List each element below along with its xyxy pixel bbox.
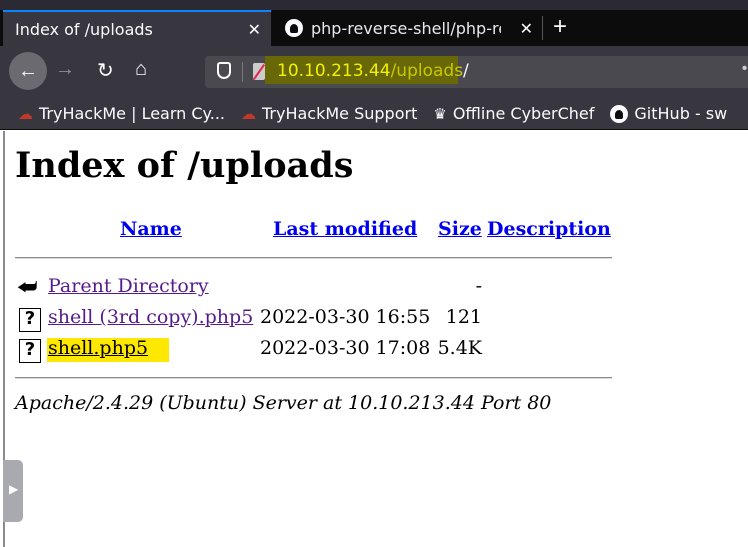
sort-by-description-link[interactable]: Description — [487, 218, 611, 240]
navigation-toolbar: ← → ↻ ⌂ 10.10.213.44/uploads/ •• — [0, 46, 748, 98]
file-size: - — [475, 275, 482, 297]
window-titlebar — [0, 0, 748, 10]
tab-bar: Index of /uploads ✕ php-reverse-shell/ph… — [0, 10, 748, 46]
url-host: 10.10.213.44 — [277, 61, 391, 81]
tab-title: Index of /uploads — [15, 19, 153, 39]
close-tab-icon[interactable]: ✕ — [248, 20, 261, 39]
unknown-file-icon: ? — [19, 308, 41, 332]
tryhackme-cloud-icon: ☁ — [18, 104, 33, 123]
page-actions-icon[interactable]: •• — [742, 60, 748, 78]
github-icon — [285, 19, 303, 37]
url-separator — [242, 62, 243, 82]
file-link[interactable]: shell (3rd copy).php5 — [48, 306, 253, 328]
sidebar-toggle-handle[interactable]: ▶ — [3, 460, 23, 522]
server-signature: Apache/2.4.29 (Ubuntu) Server at 10.10.2… — [15, 392, 552, 414]
forward-button[interactable]: → — [55, 58, 75, 81]
url-text[interactable]: 10.10.213.44/uploads/ — [277, 61, 469, 81]
tab-php-reverse-shell[interactable]: php-reverse-shell/php-re ✕ — [273, 10, 543, 46]
url-trailing-slash: / — [463, 61, 469, 81]
page-title: Index of /uploads — [15, 145, 354, 186]
tracking-protection-shield-icon[interactable] — [217, 62, 231, 79]
url-path: /uploads — [390, 61, 464, 81]
file-modified: 2022-03-30 17:08 — [260, 337, 431, 359]
bookmark-github[interactable]: GitHub - sw — [610, 104, 727, 123]
bookmark-cyberchef[interactable]: ♛ Offline CyberChef — [433, 104, 594, 123]
file-link[interactable]: shell.php5 — [48, 337, 148, 359]
sort-by-name-link[interactable]: Name — [120, 218, 182, 240]
divider — [15, 257, 612, 259]
url-bar[interactable]: 10.10.213.44/uploads/ •• — [205, 56, 748, 88]
bookmark-label: TryHackMe | Learn Cy... — [39, 104, 225, 123]
close-tab-icon[interactable]: ✕ — [520, 19, 533, 38]
back-button[interactable]: ← — [9, 52, 47, 90]
unknown-file-icon: ? — [19, 339, 41, 363]
divider — [15, 377, 612, 379]
tab-index-uploads[interactable]: Index of /uploads ✕ — [3, 10, 271, 46]
page-content: Index of /uploads Name Last modified Siz… — [3, 131, 748, 547]
tryhackme-cloud-icon: ☁ — [241, 104, 256, 123]
parent-directory-link[interactable]: Parent Directory — [48, 275, 209, 297]
new-tab-button[interactable]: + — [553, 13, 567, 41]
bookmark-tryhackme-support[interactable]: ☁ TryHackMe Support — [241, 104, 417, 123]
sort-by-size-link[interactable]: Size — [438, 218, 482, 240]
bookmark-tryhackme[interactable]: ☁ TryHackMe | Learn Cy... — [18, 104, 225, 123]
home-button[interactable]: ⌂ — [135, 58, 147, 81]
reload-button[interactable]: ↻ — [97, 58, 114, 83]
tab-separator — [542, 16, 543, 40]
github-icon — [610, 104, 629, 123]
file-size: 5.4K — [437, 337, 482, 359]
play-arrow-icon: ▶ — [9, 482, 19, 496]
sort-by-modified-link[interactable]: Last modified — [273, 218, 417, 240]
tab-title: php-reverse-shell/php-re — [311, 18, 501, 38]
bookmark-label: TryHackMe Support — [262, 104, 418, 123]
insecure-lock-icon[interactable] — [253, 63, 265, 80]
file-modified: 2022-03-30 16:55 — [260, 306, 431, 328]
back-arrow-icon: ⮨ — [17, 275, 38, 300]
bookmark-label: GitHub - sw — [634, 104, 728, 123]
chef-hat-icon: ♛ — [433, 104, 447, 123]
bookmark-label: Offline CyberChef — [452, 104, 595, 123]
bookmarks-toolbar: ☁ TryHackMe | Learn Cy... ☁ TryHackMe Supp… — [0, 98, 748, 130]
file-size: 121 — [445, 306, 482, 328]
